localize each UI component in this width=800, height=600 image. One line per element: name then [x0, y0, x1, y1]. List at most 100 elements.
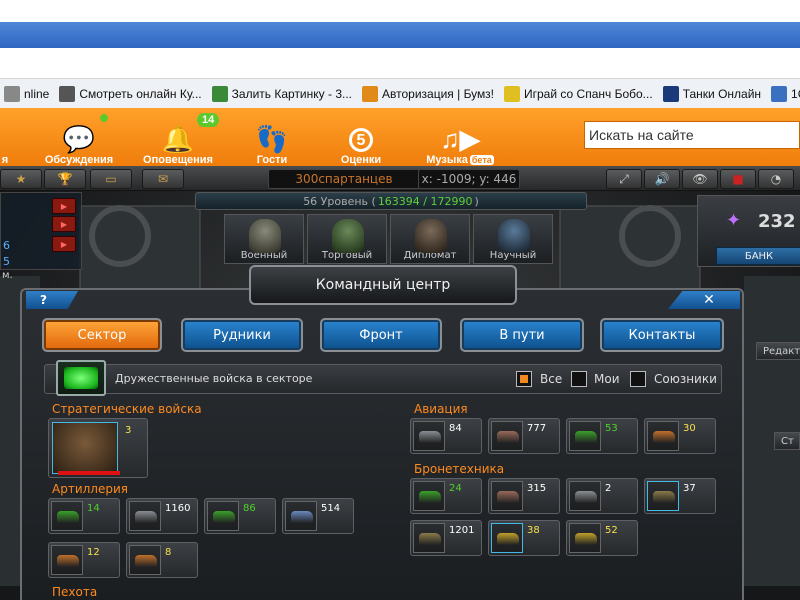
vehicle-icon: [497, 533, 519, 545]
tab-contacts[interactable]: Контакты: [600, 318, 724, 352]
flag-button[interactable]: ■: [720, 169, 756, 189]
unit-card[interactable]: 1201: [410, 520, 482, 556]
unit-count: 14: [87, 503, 100, 514]
unit-count: 1201: [449, 525, 475, 536]
flag-icon: ■: [732, 172, 744, 186]
sg-icon: [662, 85, 679, 102]
play-icon: ▶: [60, 201, 68, 211]
filter-label: Дружественные войска в секторе: [115, 372, 313, 385]
sound-button[interactable]: 🔊: [644, 169, 680, 189]
ticket-button[interactable]: ▭: [90, 169, 132, 189]
unit-thumbnail: [647, 481, 679, 511]
signal-button[interactable]: ◔: [758, 169, 794, 189]
nav-item-discussions[interactable]: 💬 Обсуждения: [42, 108, 116, 171]
bookmark-item[interactable]: Смотреть онлайн Ку...: [55, 85, 207, 102]
unit-card[interactable]: 86: [204, 498, 276, 534]
advisor-military[interactable]: Военный: [224, 214, 304, 264]
bookmark-item[interactable]: Играй со Спанч Бобо...: [500, 85, 659, 102]
bookmark-item[interactable]: Авторизация | Бумз!: [358, 85, 500, 102]
mail-button[interactable]: ✉: [142, 169, 184, 189]
bank-value: 232: [758, 211, 796, 232]
unit-thumbnail: [413, 481, 445, 511]
bank-button[interactable]: БАНК: [716, 247, 800, 265]
unit-count: 37: [683, 483, 696, 494]
unit-card[interactable]: 38: [488, 520, 560, 556]
unit-count: 30: [683, 423, 696, 434]
unit-count: 8: [165, 547, 172, 558]
unit-card[interactable]: 8: [126, 542, 198, 578]
advisor-diplomat[interactable]: Дипломат: [390, 214, 470, 264]
tab-sector[interactable]: Сектор: [42, 318, 162, 352]
unit-card[interactable]: 514: [282, 498, 354, 534]
advisor-portrait: [249, 219, 281, 253]
unit-card[interactable]: 315: [488, 478, 560, 514]
unit-card[interactable]: 24: [410, 478, 482, 514]
bumz-icon: [362, 85, 378, 102]
tv-icon: [4, 85, 20, 102]
bookmark-item[interactable]: nline: [0, 85, 55, 102]
music-note-icon: ♫▶: [440, 124, 480, 154]
unit-count: 38: [527, 525, 540, 536]
advisor-science[interactable]: Научный: [473, 214, 553, 264]
fullscreen-button[interactable]: ⤢: [606, 169, 642, 189]
tab-in-transit[interactable]: В пути: [460, 318, 584, 352]
unit-card[interactable]: 53: [566, 418, 638, 454]
eye-icon: 👁: [692, 172, 708, 186]
play-icon: ▶: [60, 219, 68, 229]
bookmark-item[interactable]: Залить Картинку - 3...: [208, 85, 358, 102]
strategic-unit-card[interactable]: 3: [48, 418, 148, 478]
filter-allies-checkbox[interactable]: [630, 371, 646, 387]
trophy-button[interactable]: 🏆: [44, 169, 86, 189]
beta-badge: бета: [469, 155, 494, 165]
left-arrow-button-3[interactable]: ▶: [52, 236, 76, 252]
unit-card[interactable]: 14: [48, 498, 120, 534]
unit-card[interactable]: 30: [644, 418, 716, 454]
unit-thumbnail: [569, 523, 601, 553]
unit-count: 12: [87, 547, 100, 558]
unit-card[interactable]: 37: [644, 478, 716, 514]
unit-card[interactable]: 2: [566, 478, 638, 514]
filter-all-checkbox[interactable]: [516, 371, 532, 387]
nav-item-notifications[interactable]: 🔔 14 Оповещения: [140, 108, 220, 171]
unit-thumbnail: [285, 501, 317, 531]
nav-item-guests[interactable]: 👣 Гости: [250, 108, 294, 171]
star-button[interactable]: ★: [0, 169, 42, 189]
unit-count: 24: [449, 483, 462, 494]
advisor-trade[interactable]: Торговый: [307, 214, 387, 264]
unit-count: 52: [605, 525, 618, 536]
vehicle-icon: [497, 431, 519, 443]
edit-button[interactable]: Редакти: [756, 342, 800, 360]
unit-count: 2: [605, 483, 612, 494]
view-button[interactable]: 👁: [682, 169, 718, 189]
unit-card[interactable]: 52: [566, 520, 638, 556]
player-name: 300спартанцев: [268, 169, 420, 189]
rating-five-icon: 5: [349, 128, 373, 152]
left-arrow-button-2[interactable]: ▶: [52, 216, 76, 232]
unit-card[interactable]: 12: [48, 542, 120, 578]
unit-thumbnail: [413, 421, 445, 451]
vehicle-icon: [419, 431, 441, 443]
filter-mine-checkbox[interactable]: [571, 371, 587, 387]
unit-thumbnail: [647, 421, 679, 451]
left-arrow-button-1[interactable]: ▶: [52, 198, 76, 214]
vehicle-icon: [419, 533, 441, 545]
tab-front[interactable]: Фронт: [320, 318, 442, 352]
section-aviation: Авиация: [414, 402, 468, 416]
bookmark-item[interactable]: Танки Онлайн: [659, 85, 767, 102]
sponge-icon: [504, 85, 520, 102]
browser-address-row: [0, 48, 800, 79]
site-search-input[interactable]: Искать на сайте: [584, 121, 800, 149]
tab-mines[interactable]: Рудники: [181, 318, 303, 352]
ticket-icon: ▭: [105, 172, 117, 186]
nav-item-music[interactable]: ♫▶ Музыка бета: [422, 108, 498, 171]
bookmark-item[interactable]: 1С-СофтКла: [767, 85, 800, 102]
unit-thumbnail: [491, 421, 523, 451]
nav-item-partial[interactable]: я: [0, 108, 10, 171]
nav-item-ratings[interactable]: 5 Оценки: [336, 108, 386, 171]
browser-title-bar: [0, 0, 800, 22]
unit-card[interactable]: 84: [410, 418, 482, 454]
vehicle-icon: [135, 511, 157, 523]
unit-card[interactable]: 1160: [126, 498, 198, 534]
unit-card[interactable]: 777: [488, 418, 560, 454]
right-side-button[interactable]: Ст: [774, 432, 800, 450]
